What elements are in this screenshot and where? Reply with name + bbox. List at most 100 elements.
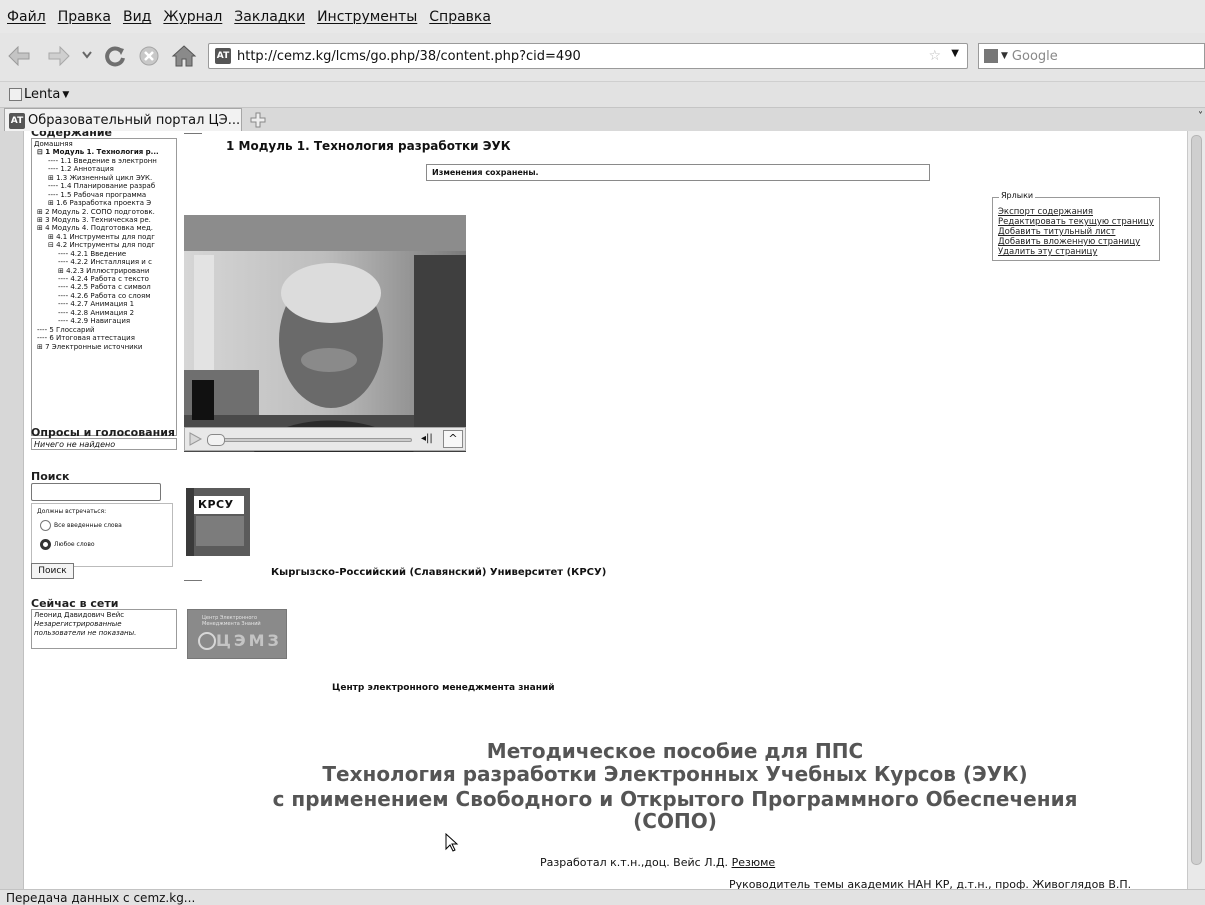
bookmark-lenta[interactable]: Lenta (24, 87, 60, 102)
address-bar[interactable]: AT http://cemz.kg/lcms/go.php/38/content… (208, 43, 968, 69)
author-text: Разработал к.т.н.,доц. Вейс Л.Д. (540, 856, 729, 869)
search-box[interactable]: ▼ Google (978, 43, 1205, 69)
back-button[interactable] (6, 43, 32, 69)
page-viewport: Содержание Домашняя ⊟ 1 Модуль 1. Технол… (0, 131, 1187, 889)
tree-item[interactable]: ⊟ 1 Модуль 1. Технология р... (34, 148, 174, 156)
tab-bar: AT Образовательный портал ЦЭ... ˅ (0, 107, 1205, 132)
link-edit-page[interactable]: Редактировать текущую страницу (998, 217, 1159, 227)
home-button[interactable] (170, 42, 198, 70)
tree-item[interactable]: ⊞ 3 Модуль 3. Техническая ре. (34, 216, 174, 224)
search-title: Поиск (31, 470, 70, 483)
url-dropdown-icon[interactable]: ▼ (951, 48, 959, 59)
vertical-scrollbar[interactable] (1187, 131, 1205, 889)
seek-thumb[interactable] (207, 434, 225, 446)
tree-item[interactable]: ⊟ 4.2 Инструменты для подг (34, 241, 174, 249)
tree-item[interactable]: ---- 4.2.5 Работа с символ (34, 283, 174, 291)
tree-item[interactable]: Домашняя (34, 140, 174, 148)
new-tab-plus-icon[interactable] (250, 112, 266, 128)
tree-item[interactable]: ⊞ 7 Электронные источники (34, 343, 174, 351)
tree-item[interactable]: ---- 1.1 Введение в электронн (34, 157, 174, 165)
tree-item[interactable]: ---- 4.2.6 Работа со слоям (34, 292, 174, 300)
forward-button[interactable] (46, 43, 72, 69)
forward-arrow-icon (48, 46, 70, 66)
cemz-logo-big-text: ЦЭМЗ (216, 631, 282, 650)
krsu-rule (184, 580, 202, 583)
menu-bar: Файл Правка Вид Журнал Закладки Инструме… (0, 0, 1205, 33)
online-note-1: Незарегистрированные (34, 620, 122, 628)
seek-bar[interactable] (207, 438, 412, 442)
online-note-2: пользователи не показаны. (34, 629, 137, 637)
video-frame[interactable] (184, 215, 466, 452)
search-options-box: Должны встречаться: Все введенные слова … (31, 503, 173, 567)
tree-item[interactable]: ⊞ 4.2.3 Иллюстрировани (34, 267, 174, 275)
tree-item[interactable]: ---- 6 Итоговая аттестация (34, 334, 174, 342)
tree-item[interactable]: ⊞ 4.1 Инструменты для подг (34, 233, 174, 241)
tab-active[interactable]: AT Образовательный портал ЦЭ... (4, 108, 242, 132)
chevron-down-icon: ▼ (62, 89, 70, 100)
rss-icon (9, 88, 22, 101)
play-icon[interactable] (187, 431, 203, 447)
radio-any-word[interactable] (40, 539, 51, 550)
title-line-3: с применением Свободного и Открытого Про… (272, 787, 1078, 811)
home-icon (171, 45, 197, 67)
tab-list-chevron-icon[interactable]: ˅ (1198, 111, 1203, 122)
link-add-title-page[interactable]: Добавить титульный лист (998, 227, 1159, 237)
reload-button[interactable] (102, 43, 128, 69)
title-line-2: Технология разработки Электронных Учебны… (322, 762, 1028, 786)
link-export-contents[interactable]: Экспорт содержания (998, 207, 1159, 217)
tree-item[interactable]: ---- 1.2 Аннотация (34, 165, 174, 173)
fullscreen-toggle-icon[interactable]: ^ (443, 430, 463, 448)
navigation-toolbar: AT http://cemz.kg/lcms/go.php/38/content… (0, 33, 1205, 81)
search-submit-button[interactable]: Поиск (31, 563, 74, 579)
chevron-down-icon (82, 51, 92, 59)
tab-title: Образовательный портал ЦЭ... (28, 113, 241, 128)
menu-history[interactable]: Журнал (163, 9, 222, 25)
tree-item[interactable]: ---- 4.2.1 Введение (34, 250, 174, 258)
star-icon[interactable]: ☆ (928, 48, 941, 64)
menu-bookmarks[interactable]: Закладки (234, 9, 305, 25)
history-dropdown-button[interactable] (80, 47, 94, 63)
search-engine-icon[interactable] (984, 49, 998, 63)
polls-empty-text: Ничего не найдено (31, 438, 177, 450)
tree-item[interactable]: ---- 4.2.9 Навигация (34, 317, 174, 325)
link-add-subpage[interactable]: Добавить вложенную страницу (998, 237, 1159, 247)
cemz-logo-circle (198, 632, 216, 650)
site-favicon: AT (215, 48, 231, 64)
radio-all-words[interactable] (40, 520, 51, 531)
tree-item[interactable]: ⊞ 2 Модуль 2. СОПО подготовк. (34, 208, 174, 216)
online-user-name[interactable]: Леонид Давидович Вейс (34, 611, 174, 620)
tree-item[interactable]: ---- 1.4 Планирование разраб (34, 182, 174, 190)
tree-item[interactable]: ---- 4.2.4 Работа с тексто (34, 275, 174, 283)
mouse-cursor-icon (445, 833, 459, 852)
stop-icon (139, 46, 159, 66)
tree-item[interactable]: ---- 4.2.8 Анимация 2 (34, 309, 174, 317)
tree-item[interactable]: ⊞ 1.6 Разработка проекта Э (34, 199, 174, 207)
tree-item[interactable]: ---- 1.5 Рабочая программа (34, 191, 174, 199)
title-line-4: (СОПО) (633, 809, 717, 833)
title-line-1: Методическое пособие для ППС (486, 739, 864, 763)
back-arrow-icon (8, 46, 30, 66)
site-search-input[interactable] (31, 483, 161, 501)
menu-tools[interactable]: Инструменты (317, 9, 417, 25)
tree-item[interactable]: ---- 4.2.2 Инсталляция и с (34, 258, 174, 266)
cemz-caption: Центр электронного менеджмента знаний (332, 683, 555, 693)
tree-item[interactable]: ⊞ 4 Модуль 4. Подготовка мед. (34, 224, 174, 232)
cemz-logo-small-text: Центр Электронного Менеджмента Знаний (202, 615, 261, 627)
radio-all-words-label: Все введенные слова (54, 522, 122, 529)
author-line: Разработал к.т.н.,доц. Вейс Л.Д. Резюме (540, 856, 775, 869)
menu-view[interactable]: Вид (123, 9, 151, 25)
volume-icon[interactable]: ◂|| (421, 433, 433, 444)
tree-item[interactable]: ---- 5 Глоссарий (34, 326, 174, 334)
resume-link[interactable]: Резюме (732, 856, 776, 869)
stop-button[interactable] (136, 43, 162, 69)
scrollbar-thumb[interactable] (1191, 135, 1202, 865)
menu-file[interactable]: Файл (7, 9, 46, 25)
contents-tree: Домашняя ⊟ 1 Модуль 1. Технология р... -… (31, 138, 177, 436)
link-delete-page[interactable]: Удалить эту страницу (998, 247, 1159, 257)
tree-item[interactable]: ⊞ 1.3 Жизненный цикл ЭУК. (34, 174, 174, 182)
radio-any-word-label: Любое слово (54, 541, 95, 548)
menu-help[interactable]: Справка (429, 9, 491, 25)
menu-edit[interactable]: Правка (58, 9, 111, 25)
krsu-logo-text: КРСУ (198, 498, 234, 511)
tree-item[interactable]: ---- 4.2.7 Анимация 1 (34, 300, 174, 308)
